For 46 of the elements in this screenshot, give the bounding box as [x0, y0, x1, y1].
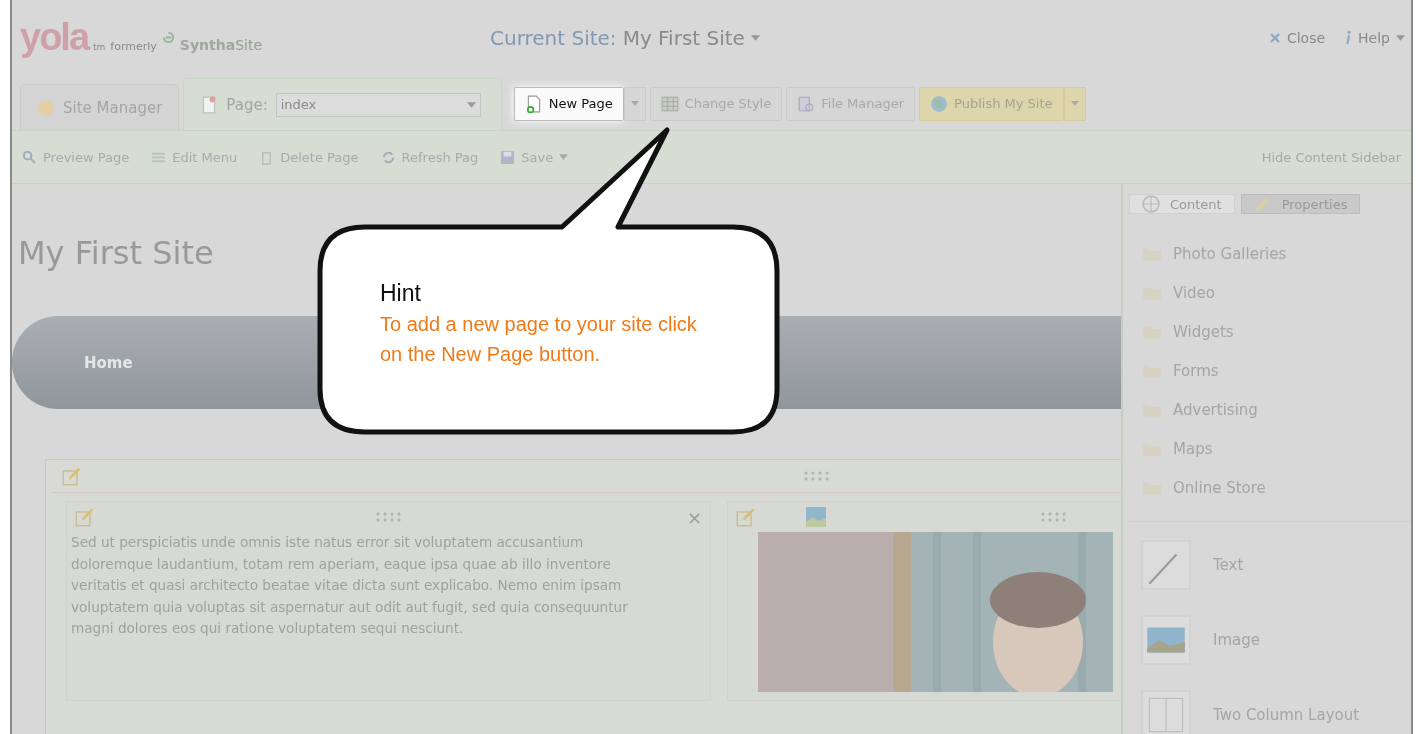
toolbar-button[interactable]: New Page: [513, 86, 624, 121]
hint-title: Hint: [380, 280, 422, 307]
image-icon: [1141, 615, 1191, 665]
search-icon: [22, 149, 37, 165]
caret-icon: [559, 154, 569, 160]
drag-handle-icon[interactable]: [1040, 512, 1068, 522]
tab[interactable]: Page: index: [183, 78, 502, 130]
site-switcher[interactable]: Current Site: My First Site: [490, 25, 1269, 50]
paragraph: Sed ut perspiciatis unde omnis iste natus error sit voluptatem accusantium doloremque laudantium, totam rem aperiam, eaque ipsa quae ab illo inventore veritatis et quasi architecto beatae vitae dicta sunt explicabo. Nemo enim ipsam voluptatem quia voluptas sit aspernatur aut odit aut fugit, sed quia consequuntur magni dolores eos qui ratione voluptatem sequi nesciunt.: [71, 533, 629, 638]
caret-icon: [1070, 101, 1079, 106]
formerly-label: formerly: [110, 40, 157, 53]
globe-icon: [1142, 195, 1160, 213]
hint-text: To add a new page to your site click on the New Page button.: [380, 312, 698, 367]
edit-icon[interactable]: [62, 466, 82, 486]
caret-icon: [1396, 34, 1405, 41]
edit-icon[interactable]: [736, 507, 756, 527]
dropdown-button[interactable]: [623, 86, 646, 121]
close-icon: [1268, 31, 1281, 44]
grid-icon: [660, 94, 679, 113]
sidebar-tab[interactable]: Content: [1129, 194, 1235, 214]
globe-icon: [930, 94, 949, 113]
swirl-icon: [161, 31, 175, 44]
globe-icon: [37, 98, 55, 117]
pencil-icon: [1253, 195, 1272, 213]
close-link[interactable]: Close: [1286, 29, 1326, 46]
help-link[interactable]: Help: [1358, 29, 1390, 46]
page-select[interactable]: index: [275, 92, 481, 117]
trademark: tm: [93, 42, 106, 52]
document-icon: [797, 94, 816, 113]
info-icon: [1345, 30, 1353, 45]
new-page-icon: [524, 94, 543, 113]
close-icon[interactable]: ×: [686, 506, 702, 528]
site-title: My First Site: [18, 234, 214, 274]
pen-icon: [1141, 540, 1191, 590]
logo: yola: [20, 16, 89, 59]
caret-icon: [630, 101, 639, 106]
drag-handle-icon[interactable]: [375, 512, 403, 522]
nav-link[interactable]: Home: [84, 353, 133, 372]
dropdown-button[interactable]: [1063, 86, 1086, 121]
refresh-icon: [380, 149, 396, 165]
edit-icon[interactable]: [75, 507, 95, 527]
caret-icon: [466, 101, 476, 108]
image-icon[interactable]: [806, 507, 826, 527]
caret-icon: [750, 34, 760, 41]
brand-logo: SynthaSite: [179, 37, 263, 53]
drag-handle-icon[interactable]: [803, 471, 831, 481]
